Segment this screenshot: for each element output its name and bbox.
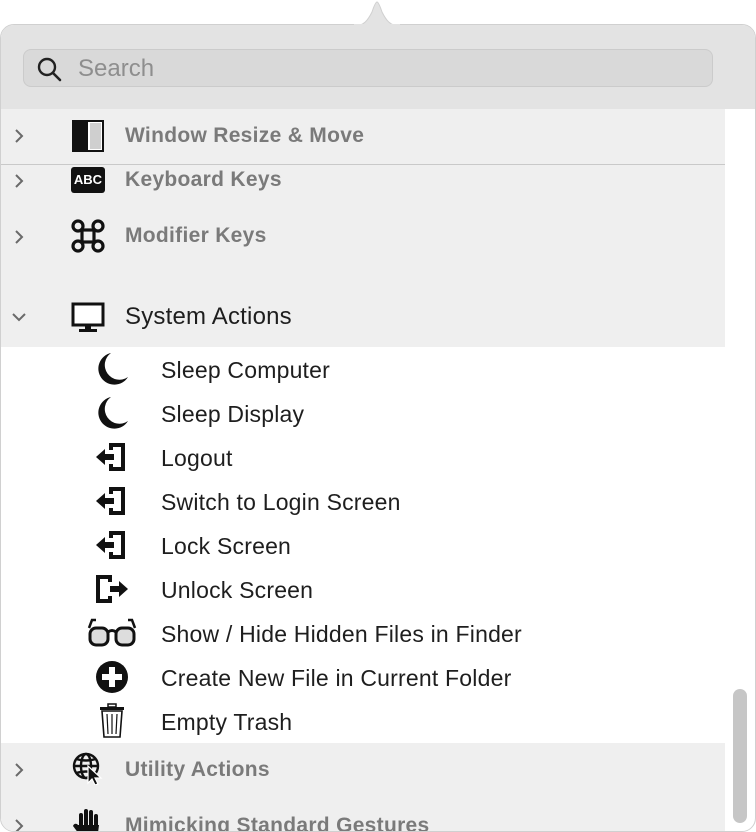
list-item-show-hide-hidden-files[interactable]: Show / Hide Hidden Files in Finder [1,611,725,655]
list-item-empty-trash[interactable]: Empty Trash [1,699,725,743]
category-label: Window Resize & Move [125,124,365,147]
item-label: Logout [161,445,233,471]
chevron-down-icon [12,313,26,322]
item-label: Create New File in Current Folder [161,665,512,691]
plus-circle-icon [96,661,128,693]
command-key-icon [71,219,105,253]
item-label: Sleep Display [161,401,305,427]
chevron-right-icon [15,230,24,244]
category-label: Mimicking Standard Gestures [125,814,430,832]
list-item-switch-login-screen[interactable]: Switch to Login Screen [1,479,725,523]
globe-cursor-icon [72,752,103,785]
scrollbar-thumb[interactable] [733,689,747,823]
logout-icon [96,443,125,471]
category-keyboard-keys[interactable]: ABC Keyboard Keys [1,165,725,209]
monitor-icon [71,302,105,332]
list-item-unlock-screen[interactable]: Unlock Screen [1,567,725,611]
list-item-sleep-display[interactable]: Sleep Display [1,391,725,435]
actions-popover: Window Resize & Move ABC Keyboard Keys [0,24,756,832]
item-label: Show / Hide Hidden Files in Finder [161,621,522,647]
logout-icon [96,531,125,559]
search-field[interactable] [23,49,713,87]
search-input[interactable] [76,52,700,86]
item-label: Sleep Computer [161,357,330,383]
category-utility-actions[interactable]: Utility Actions [1,743,725,799]
logout-icon [96,487,125,515]
category-modifier-keys[interactable]: Modifier Keys [1,209,725,265]
chevron-right-icon [15,174,24,188]
list-item-sleep-computer[interactable]: Sleep Computer [1,347,725,391]
item-label: Lock Screen [161,533,292,559]
list-item-logout[interactable]: Logout [1,435,725,479]
category-system-actions[interactable]: System Actions [1,265,725,347]
moon-icon [98,353,128,385]
list-item-lock-screen[interactable]: Lock Screen [1,523,725,567]
moon-icon [98,397,128,429]
glasses-icon [87,618,137,647]
item-label: Empty Trash [161,709,293,735]
list-item-create-new-file[interactable]: Create New File in Current Folder [1,655,725,699]
category-label: Modifier Keys [125,224,267,247]
login-exit-icon [96,575,128,603]
chevron-right-icon [15,129,24,143]
category-mimicking-gestures[interactable]: Mimicking Standard Gestures [1,799,725,832]
category-label: System Actions [125,303,292,330]
window-resize-icon [72,120,104,152]
category-label: Keyboard Keys [125,168,282,191]
popover-arrow [354,1,400,26]
search-icon [37,57,62,82]
trash-icon [100,703,124,738]
search-header [1,25,755,109]
chevron-right-icon [15,819,24,831]
abc-keyboard-icon: ABC [71,167,105,193]
category-window-resize-move[interactable]: Window Resize & Move [1,109,725,165]
category-label: Utility Actions [125,758,270,781]
item-label: Unlock Screen [161,577,314,603]
item-label: Switch to Login Screen [161,489,401,515]
hand-icon [73,809,99,831]
chevron-right-icon [15,763,24,777]
